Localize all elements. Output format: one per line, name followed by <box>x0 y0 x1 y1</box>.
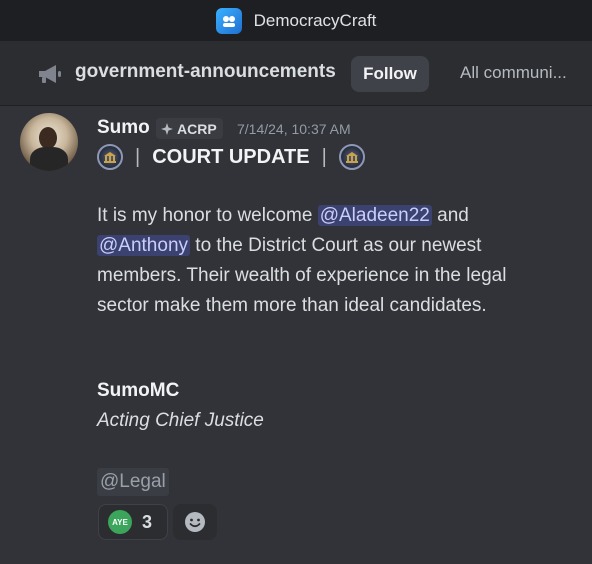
announcement-header: | COURT UPDATE | <box>97 143 365 171</box>
add-reaction-button[interactable] <box>173 504 217 540</box>
court-seal-icon <box>338 144 365 170</box>
reaction-aye[interactable]: AYE 3 <box>98 504 168 540</box>
announcement-title: COURT UPDATE <box>152 145 310 168</box>
all-communities-link[interactable]: All communi... <box>460 63 567 83</box>
window-title: DemocracyCraft <box>253 10 377 30</box>
signature-title: Acting Chief Justice <box>97 410 264 431</box>
avatar-head <box>39 127 57 149</box>
message-author[interactable]: Sumo <box>97 117 150 139</box>
signature-name: SumoMC <box>97 380 180 401</box>
role-mention[interactable]: @Legal <box>97 468 169 496</box>
channel-name: government-announcements <box>75 61 336 82</box>
court-seal-icon <box>97 144 123 170</box>
body-text: and <box>431 205 469 226</box>
avatar[interactable] <box>20 113 78 171</box>
smiley-icon <box>185 512 205 532</box>
role-tag-icon <box>161 122 173 135</box>
channel-header: government-announcements Follow All comm… <box>0 41 592 106</box>
role-tag[interactable]: ACRP <box>156 118 223 139</box>
user-mention[interactable]: @Aladeen22 <box>317 205 432 226</box>
reaction-count: 3 <box>142 511 153 532</box>
title-bar: DemocracyCraft <box>0 0 592 41</box>
message-timestamp: 7/14/24, 10:37 AM <box>237 121 351 137</box>
message-body: It is my honor to welcome @Aladeen22 and… <box>97 201 537 321</box>
role-tag-label: ACRP <box>177 120 217 137</box>
aye-emoji-icon: AYE <box>108 510 132 534</box>
megaphone-icon <box>39 65 61 83</box>
user-mention[interactable]: @Anthony <box>97 235 191 256</box>
body-text: It is my honor to welcome <box>97 205 318 226</box>
header-separator: | <box>321 145 327 168</box>
header-separator: | <box>135 145 141 168</box>
avatar-body <box>30 147 68 171</box>
democracycraft-app-icon <box>215 7 242 34</box>
follow-button[interactable]: Follow <box>351 56 429 92</box>
